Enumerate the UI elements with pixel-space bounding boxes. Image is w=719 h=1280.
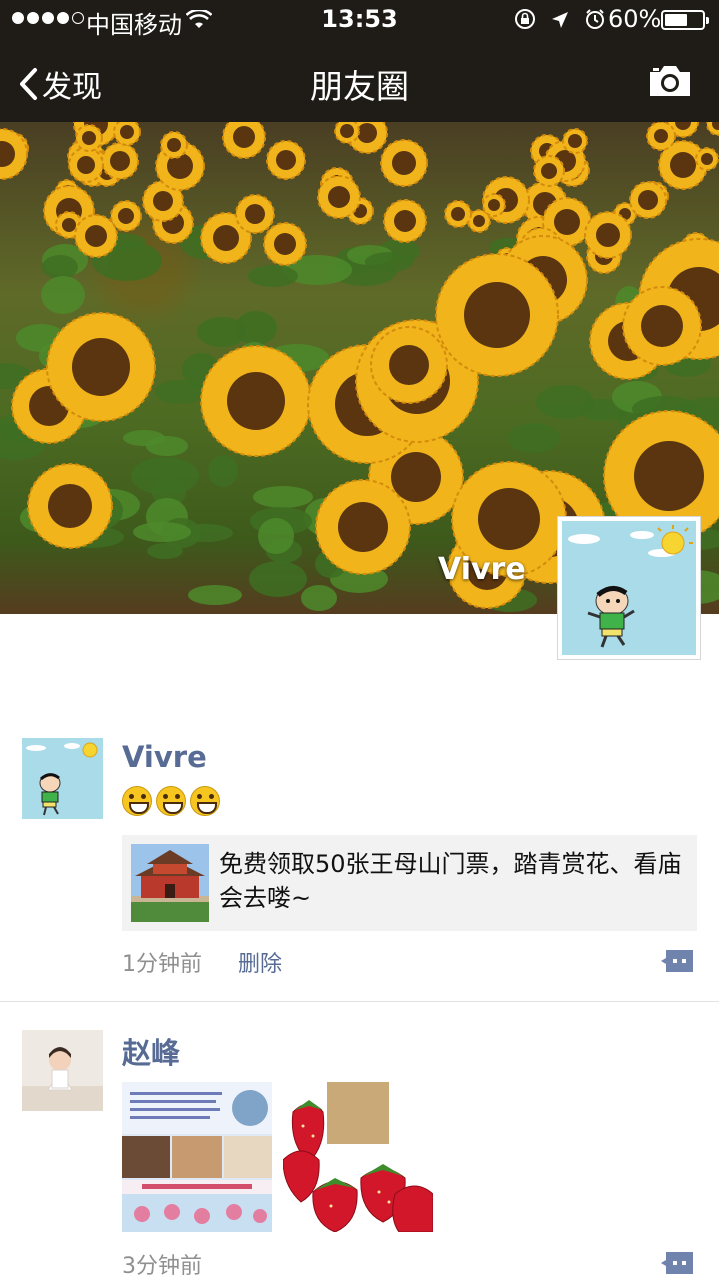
moment-post: Vivre 免费领取50张王母山门票，踏青赏花、看庙会去喽~ 1分钟前 删除 (0, 738, 719, 1002)
travel-flyer-image (122, 1082, 272, 1232)
grinning-emoji-icon (122, 786, 152, 816)
battery-icon (661, 10, 709, 30)
emoji-row (122, 786, 220, 816)
link-title: 免费领取50张王母山门票，踏青赏花、看庙会去喽~ (219, 850, 682, 912)
grinning-emoji-icon (156, 786, 186, 816)
post-photo[interactable] (283, 1082, 433, 1232)
lock-rotation-icon (514, 8, 536, 36)
post-time: 3分钟前 (122, 1254, 202, 1279)
post-time: 1分钟前 (122, 952, 202, 977)
moment-post: 赵峰 3分钟前 (0, 1030, 719, 1280)
status-bar: 中国移动 13:53 60% (0, 0, 719, 40)
cartoon-boy-avatar-image (562, 521, 696, 655)
post-photo[interactable] (122, 1082, 272, 1232)
navigation-bar: 发现 朋友圈 (0, 40, 719, 122)
strawberry-image (283, 1082, 433, 1232)
avatar[interactable] (22, 738, 103, 819)
shared-link-card[interactable]: 免费领取50张王母山门票，踏青赏花、看庙会去喽~ (122, 835, 697, 931)
comment-button[interactable] (660, 1250, 695, 1276)
link-thumbnail (131, 844, 209, 922)
camera-icon (650, 66, 690, 96)
page-title: 朋友圈 (310, 67, 409, 106)
author-name[interactable]: 赵峰 (122, 1030, 180, 1072)
top-bar: 中国移动 13:53 60% 发现 朋友圈 (0, 0, 719, 122)
cover-user-name: Vivre (438, 552, 526, 587)
comment-button[interactable] (660, 948, 695, 974)
comment-icon (661, 950, 693, 972)
avatar[interactable] (22, 1030, 103, 1111)
comment-icon (661, 1252, 693, 1274)
child-photo-avatar (22, 1030, 103, 1111)
author-name[interactable]: Vivre (122, 740, 207, 774)
alarm-icon (584, 8, 606, 36)
grinning-emoji-icon (190, 786, 220, 816)
location-arrow-icon (550, 8, 570, 36)
delete-button[interactable]: 删除 (238, 946, 282, 978)
camera-button[interactable] (648, 64, 692, 102)
profile-avatar[interactable] (557, 516, 701, 660)
temple-image (131, 844, 209, 922)
battery-percent: 60% (608, 5, 662, 33)
